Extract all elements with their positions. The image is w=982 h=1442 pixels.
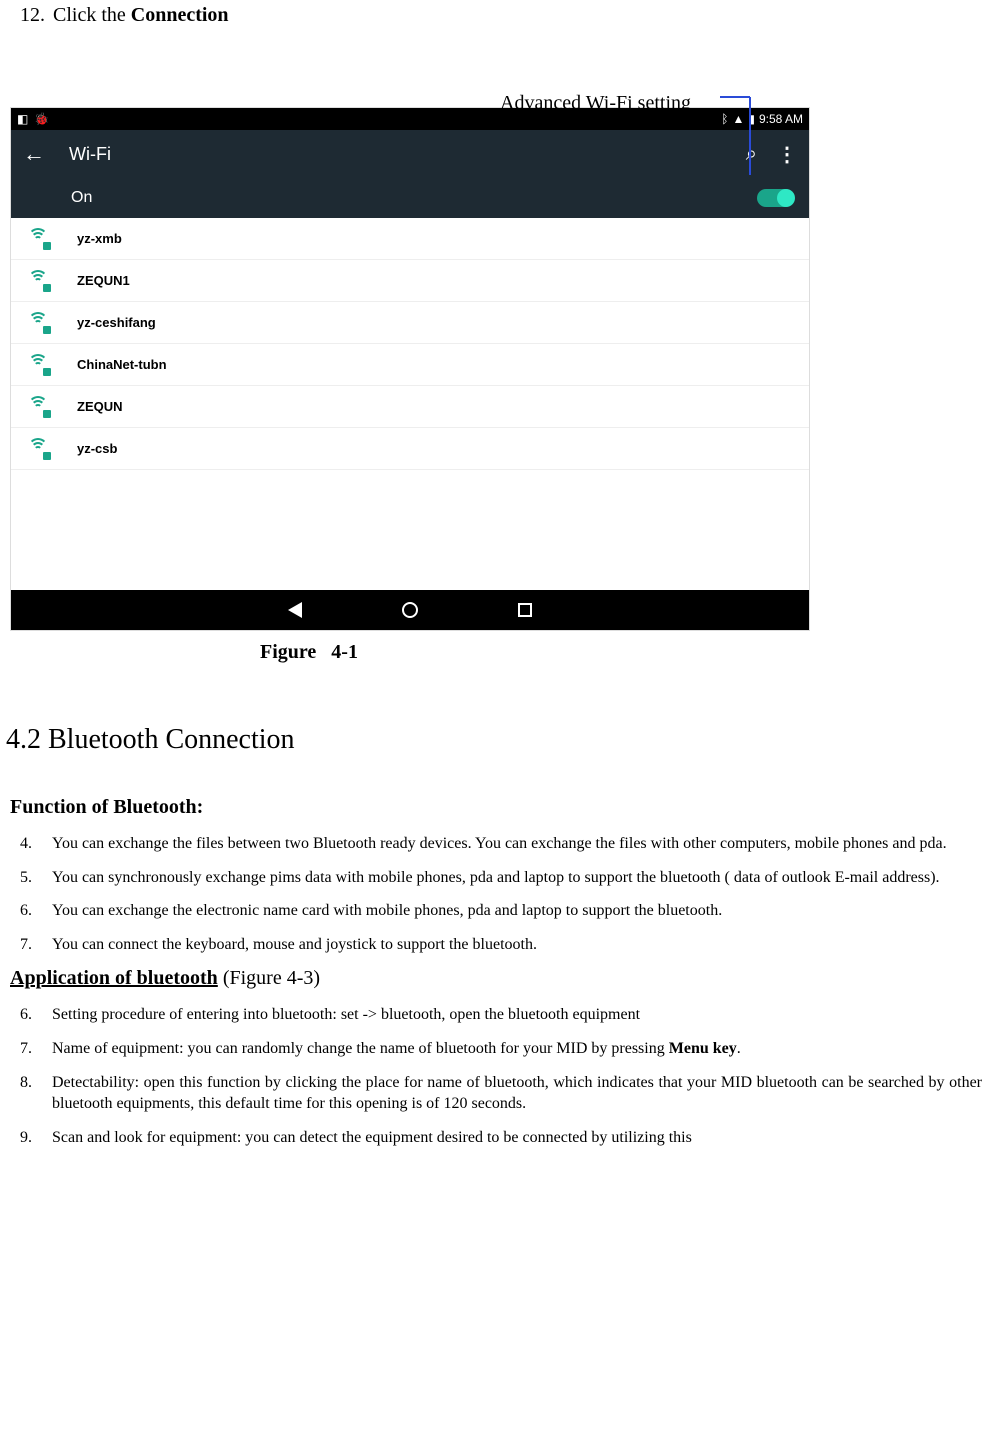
notification-icon: ◧ (17, 112, 28, 126)
wifi-network-list: yz-xmb ZEQUN1 yz-ceshifang ChinaNet-tubn ZEQ… (11, 218, 809, 470)
lock-icon (43, 368, 51, 376)
wifi-network-name: yz-ceshifang (77, 315, 156, 330)
list-number: 8. (20, 1072, 52, 1115)
wifi-signal-icon (27, 440, 49, 458)
list-text: Name of equipment: you can randomly chan… (52, 1038, 982, 1060)
wifi-on-label: On (71, 189, 92, 207)
step-number: 12. (20, 4, 48, 27)
lock-icon (43, 452, 51, 460)
figure-word: Figure (260, 641, 316, 663)
switch-thumb (777, 189, 795, 207)
list-text: You can synchronously exchange pims data… (52, 867, 982, 889)
wifi-settings-screenshot: ◧ 🐞 ᛒ ▲ ▮ 9:58 AM ← Wi-Fi ⌕ ⋮ On yz-xmbZ… (10, 107, 810, 631)
list-text: Setting procedure of entering into bluet… (52, 1004, 982, 1026)
lock-icon (43, 410, 51, 418)
wifi-signal-icon (27, 356, 49, 374)
list-number: 6. (20, 900, 52, 922)
application-list: 6.Setting procedure of entering into blu… (0, 990, 982, 1154)
list-text: You can connect the keyboard, mouse and … (52, 934, 982, 956)
wifi-network-row[interactable]: yz-ceshifang (11, 302, 809, 344)
list-item: 5.You can synchronously exchange pims da… (20, 861, 982, 895)
wifi-network-name: yz-xmb (77, 231, 122, 246)
callout-label: Advanced Wi-Fi setting (500, 92, 691, 115)
section-heading: 4.2 Bluetooth Connection (0, 664, 982, 796)
wifi-signal-icon (27, 230, 49, 248)
wifi-network-name: yz-csb (77, 441, 117, 456)
callout-arrow-icon (720, 87, 780, 177)
wifi-signal-icon (27, 314, 49, 332)
wifi-network-name: ZEQUN1 (77, 273, 130, 288)
figure-caption: Figure 4-1 (0, 631, 982, 664)
wifi-app-bar: ← Wi-Fi ⌕ ⋮ (11, 130, 809, 178)
list-item: 6.Setting procedure of entering into blu… (20, 998, 982, 1032)
list-number: 7. (20, 1038, 52, 1060)
list-text: Detectability: open this function by cli… (52, 1072, 982, 1115)
nav-recent-icon[interactable] (518, 603, 532, 617)
list-number: 6. (20, 1004, 52, 1026)
wifi-network-row[interactable]: yz-xmb (11, 218, 809, 260)
nav-home-icon[interactable] (402, 602, 418, 618)
list-number: 5. (20, 867, 52, 889)
list-text: You can exchange the electronic name car… (52, 900, 982, 922)
list-item: 8.Detectability: open this function by c… (20, 1066, 982, 1121)
lock-icon (43, 242, 51, 250)
function-list: 4.You can exchange the files between two… (0, 819, 982, 961)
list-number: 4. (20, 833, 52, 855)
wifi-network-name: ChinaNet-tubn (77, 357, 167, 372)
wifi-signal-icon (27, 398, 49, 416)
android-nav-bar (11, 590, 809, 630)
application-heading: Application of bluetooth (Figure 4-3) (0, 961, 982, 990)
wifi-network-row[interactable]: yz-csb (11, 428, 809, 470)
list-item: 7.Name of equipment: you can randomly ch… (20, 1032, 982, 1066)
step-12: 12. Click the Connection (0, 0, 982, 27)
wifi-network-row[interactable]: ChinaNet-tubn (11, 344, 809, 386)
step-text-pre: Click the (53, 4, 131, 26)
wifi-network-name: ZEQUN (77, 399, 123, 414)
list-item: 7.You can connect the keyboard, mouse an… (20, 928, 982, 962)
application-heading-rest: (Figure 4-3) (218, 967, 320, 989)
overflow-menu-icon[interactable]: ⋮ (777, 142, 797, 167)
wifi-network-row[interactable]: ZEQUN1 (11, 260, 809, 302)
wifi-signal-icon (27, 272, 49, 290)
step-text-bold: Connection (131, 4, 229, 26)
lock-icon (43, 326, 51, 334)
lock-icon (43, 284, 51, 292)
application-heading-bold: Application of bluetooth (10, 967, 218, 989)
list-number: 9. (20, 1127, 52, 1149)
back-button[interactable]: ← (23, 141, 45, 167)
list-number: 7. (20, 934, 52, 956)
wifi-network-row[interactable]: ZEQUN (11, 386, 809, 428)
list-text: You can exchange the files between two B… (52, 833, 982, 855)
wifi-master-toggle-row: On (11, 178, 809, 218)
list-item: 6.You can exchange the electronic name c… (20, 894, 982, 928)
function-heading: Function of Bluetooth: (0, 796, 982, 819)
figure-number: 4-1 (331, 641, 358, 663)
list-item: 4.You can exchange the files between two… (20, 827, 982, 861)
wifi-toggle-switch[interactable] (757, 189, 793, 207)
list-item: 9.Scan and look for equipment: you can d… (20, 1121, 982, 1155)
nav-back-icon[interactable] (288, 602, 302, 618)
list-text: Scan and look for equipment: you can det… (52, 1127, 982, 1149)
debug-icon: 🐞 (34, 112, 49, 126)
page-title: Wi-Fi (69, 144, 746, 165)
